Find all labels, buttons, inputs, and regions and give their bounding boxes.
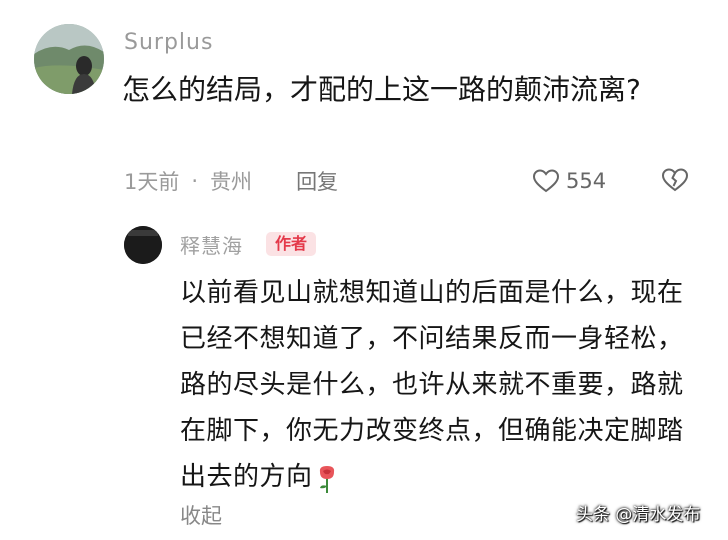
heart-icon <box>532 169 560 193</box>
like-button[interactable]: 554 <box>532 166 606 196</box>
reply-button[interactable]: 回复 <box>296 166 338 196</box>
watermark: 头条 @清水发布 <box>576 505 701 525</box>
comment-time: 1天前 <box>124 170 180 194</box>
meta-separator: · <box>191 169 199 193</box>
rose-icon <box>315 463 339 493</box>
comment-text: 怎么的结局，才配的上这一路的颠沛流离? <box>122 73 641 106</box>
collapse-button[interactable]: 收起 <box>180 500 222 530</box>
reply-avatar-image <box>124 226 162 264</box>
avatar-image <box>34 24 104 94</box>
like-count: 554 <box>566 169 607 193</box>
broken-heart-icon <box>661 168 689 192</box>
reply-text: 以前看见山就想知道山的后面是什么，现在已经不想知道了，不问结果反而一身轻松，路的… <box>180 278 684 492</box>
reply-username[interactable]: 释慧海 <box>180 230 243 259</box>
comment-location: 贵州 <box>210 170 253 194</box>
comment-username[interactable]: Surplus <box>124 30 213 55</box>
reply-text-block: 以前看见山就想知道山的后面是什么，现在已经不想知道了，不问结果反而一身轻松，路的… <box>180 270 700 500</box>
author-badge: 作者 <box>266 232 317 256</box>
dislike-button[interactable] <box>660 166 690 196</box>
avatar[interactable] <box>34 24 104 94</box>
reply-avatar[interactable] <box>124 226 162 264</box>
comment-meta: 1天前 · 贵州 回复 <box>124 166 338 196</box>
